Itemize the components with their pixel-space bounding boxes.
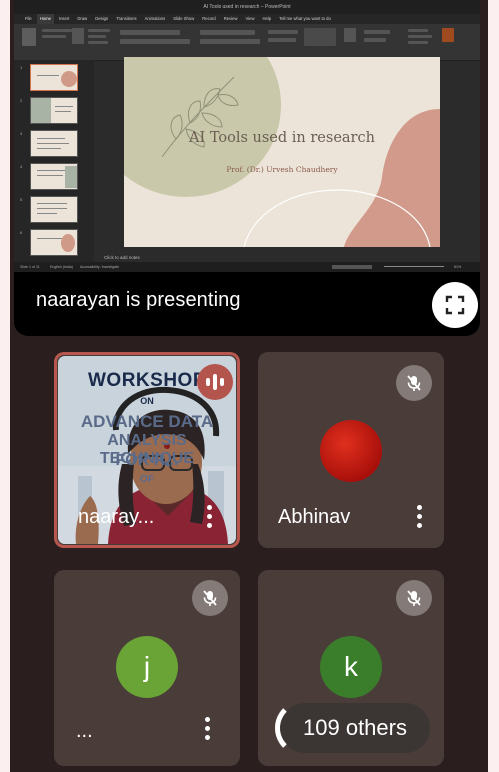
participant-name: naaray... [78, 506, 155, 528]
ppt-tab: Insert [58, 16, 70, 21]
slide-subtitle: Prof. (Dr.) Urvesh Chaudhery [226, 165, 338, 174]
current-slide: AI Tools used in research Prof. (Dr.) Ur… [124, 57, 440, 247]
ppt-tab: Review [223, 16, 238, 21]
fullscreen-icon [445, 295, 465, 315]
zoom-slider [384, 266, 444, 267]
ppt-status-bar: Slide 1 of 11 English (India) Accessibil… [14, 262, 480, 272]
powerpoint-window: AI Tools used in research – PowerPoint F… [14, 0, 480, 272]
participant-tile-naarayan[interactable]: WORKSHOP ON ADVANCE DATA ANALYSIS TECHNI… [54, 352, 240, 548]
banner-line: OF [140, 474, 154, 485]
avatar: j [116, 636, 178, 698]
more-options-icon[interactable] [202, 717, 212, 743]
ppt-title-bar: AI Tools used in research – PowerPoint [14, 0, 480, 14]
status-slide-count: Slide 1 of 11 [20, 265, 40, 269]
ppt-tab: Draw [77, 16, 88, 21]
others-ring [275, 700, 335, 756]
notes-pane: Click to add notes [94, 254, 480, 262]
slide-thumbnail: 4 [20, 163, 78, 190]
status-accessibility: Accessibility: Investigate [80, 265, 119, 269]
ppt-tab: Help [262, 16, 272, 21]
slide-thumbnail: 5 [20, 196, 78, 223]
avatar: k [320, 636, 382, 698]
avatar-initial: j [143, 651, 151, 682]
more-options-icon[interactable] [414, 505, 424, 531]
ppt-tab: View [245, 16, 255, 21]
presenter-label: naarayan is presenting [36, 289, 241, 311]
ppt-tab: Transitions [116, 16, 137, 21]
slide-thumbnail: 2 [20, 97, 78, 124]
meet-app: AI Tools used in research – PowerPoint F… [10, 0, 488, 772]
avatar-initial: k [344, 651, 358, 682]
slide-thumbnail: 3 [20, 130, 78, 157]
slide-thumbnails: 1 2 3 4 5 6 [14, 60, 94, 262]
participant-tile-abhinav[interactable]: Abhinav [258, 352, 444, 548]
notes-placeholder: Click to add notes [104, 255, 140, 260]
slide-thumbnail: 6 [20, 229, 78, 256]
speaking-indicator-icon [197, 364, 233, 400]
ppt-tab: Home [36, 14, 54, 24]
ppt-tab: Animations [144, 16, 166, 21]
status-zoom: 61% [454, 265, 462, 269]
slide-thumbnail: 1 [20, 64, 78, 91]
banner-line: FOR R... [115, 452, 179, 469]
participant-tile-j[interactable]: j ... [54, 570, 240, 766]
mic-off-icon [396, 365, 432, 401]
mic-off-icon [192, 580, 228, 616]
ppt-ribbon-tabs: File Home Insert Draw Design Transitions… [14, 14, 480, 24]
slide-decoration [124, 57, 440, 247]
ppt-tab: Design [95, 16, 109, 21]
banner-line: ADVANCE DATA [80, 412, 214, 431]
status-language: English (India) [50, 265, 73, 269]
ppt-tab: Slide Show [173, 16, 195, 21]
ppt-tab: File [25, 16, 32, 21]
ppt-ribbon [14, 24, 480, 61]
ppt-search: Tell me what you want to do [279, 16, 331, 21]
ppt-tab: Record [202, 16, 216, 21]
presentation-tile[interactable]: AI Tools used in research – PowerPoint F… [14, 0, 480, 336]
mic-off-icon [396, 580, 432, 616]
fullscreen-button[interactable] [432, 282, 478, 328]
view-buttons [332, 265, 372, 269]
participant-name: ... [76, 720, 93, 742]
avatar [320, 420, 382, 482]
more-options-icon[interactable] [204, 505, 214, 531]
participant-name: Abhinav [278, 506, 351, 528]
slide-title: AI Tools used in research [189, 130, 375, 146]
